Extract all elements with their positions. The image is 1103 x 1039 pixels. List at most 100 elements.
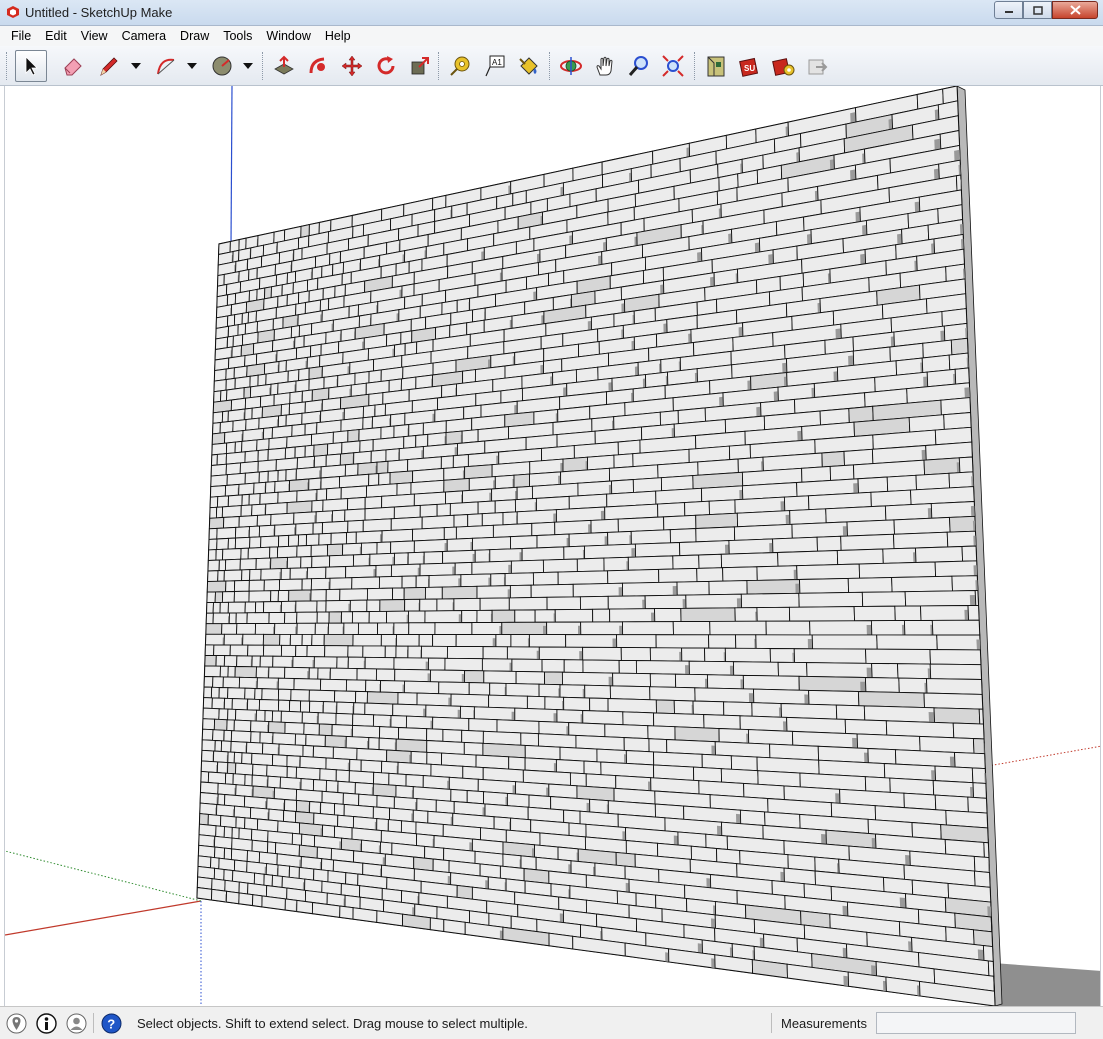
share-model-button[interactable]: [802, 50, 834, 82]
tape-measure-tool-button[interactable]: [444, 50, 476, 82]
wall-block: [284, 611, 298, 624]
rotate-tool-button[interactable]: [370, 50, 402, 82]
menu-window[interactable]: Window: [259, 26, 317, 46]
menu-tools[interactable]: Tools: [216, 26, 259, 46]
zoom-extents-tool-button[interactable]: [657, 50, 689, 82]
wall-block: [251, 774, 269, 788]
wall-block: [467, 513, 483, 528]
extension-manager-button[interactable]: [768, 50, 800, 82]
block-shadow: [961, 238, 964, 250]
block-shadow: [508, 564, 512, 574]
paint-bucket-icon: [519, 57, 538, 75]
wall-block: [259, 394, 275, 408]
line-tool-dropdown[interactable]: [129, 50, 143, 82]
help-icon[interactable]: ?: [101, 1013, 122, 1034]
wall-block: [728, 444, 751, 461]
wall-block: [443, 477, 470, 493]
wall-block: [634, 542, 681, 558]
wall-block: [534, 609, 556, 623]
wall-block: [293, 247, 303, 262]
wall-block: [210, 474, 228, 488]
wall-block: [777, 661, 808, 677]
wall-block: [386, 749, 412, 764]
wall-block: [582, 710, 624, 726]
zoom-tool-button[interactable]: [623, 50, 655, 82]
wall-block: [617, 516, 665, 533]
wall-block: [211, 888, 228, 903]
menu-help[interactable]: Help: [318, 26, 358, 46]
block-shadow: [736, 813, 741, 824]
wall-block: [246, 741, 264, 755]
arc-tool-dropdown[interactable]: [185, 50, 199, 82]
wall-block: [843, 448, 874, 466]
wall-block: [967, 604, 980, 621]
wall-block: [384, 645, 397, 659]
wall-block: [424, 586, 443, 600]
circle-tool-dropdown[interactable]: [241, 50, 255, 82]
pan-tool-button[interactable]: [589, 50, 621, 82]
wall-block: [390, 412, 406, 427]
menu-file[interactable]: File: [4, 26, 38, 46]
maximize-button[interactable]: [1023, 1, 1052, 19]
menu-view[interactable]: View: [74, 26, 115, 46]
block-shadow: [706, 878, 711, 888]
wall-block: [215, 548, 224, 561]
extension-warehouse-button[interactable]: SU: [734, 50, 766, 82]
move-tool-button[interactable]: [336, 50, 368, 82]
block-shadow: [587, 320, 592, 331]
user-icon[interactable]: [66, 1013, 87, 1034]
credits-icon[interactable]: [36, 1013, 57, 1034]
select-tool-button[interactable]: [15, 50, 47, 82]
wall-block: [393, 504, 421, 520]
wall-block: [582, 646, 622, 661]
circle-tool-button[interactable]: [206, 50, 238, 82]
wall-block: [223, 633, 244, 646]
wall-block: [345, 531, 357, 545]
block-shadow: [768, 254, 774, 265]
geo-location-icon[interactable]: [6, 1013, 27, 1034]
wall-block: [459, 705, 475, 720]
wall-block: [394, 342, 406, 358]
wall-block: [226, 719, 235, 732]
wall-block: [218, 708, 229, 721]
menu-camera[interactable]: Camera: [115, 26, 173, 46]
text-tool-button[interactable]: A1: [478, 50, 510, 82]
wall-block: [468, 718, 498, 733]
wall-block: [241, 311, 249, 325]
wall-block: [212, 601, 221, 614]
wall-block: [246, 698, 261, 711]
3d-warehouse-button[interactable]: [700, 50, 732, 82]
model-viewport[interactable]: [4, 86, 1101, 1006]
orbit-tool-button[interactable]: [555, 50, 587, 82]
wall-block: [772, 536, 818, 554]
wall-block: [271, 754, 288, 767]
follow-me-tool-button[interactable]: [302, 50, 334, 82]
wall-block: [207, 549, 217, 561]
scale-tool-button[interactable]: [404, 50, 436, 82]
wall-block: [202, 718, 216, 731]
status-message: Select objects. Shift to extend select. …: [137, 1016, 528, 1031]
wall-block: [987, 960, 995, 977]
measurements-field[interactable]: [876, 1012, 1076, 1034]
wall-block: [258, 470, 269, 484]
menu-edit[interactable]: Edit: [38, 26, 74, 46]
masonry-wall-model[interactable]: [5, 86, 1101, 1006]
toolbar-grip[interactable]: [6, 52, 9, 80]
line-tool-button[interactable]: [93, 50, 125, 82]
close-button[interactable]: [1052, 1, 1098, 19]
wall-block: [227, 687, 246, 700]
svg-text:A1: A1: [492, 58, 502, 67]
minimize-button[interactable]: [994, 1, 1023, 19]
wall-block: [297, 534, 308, 547]
wall-block: [248, 288, 258, 303]
wall-block: [230, 730, 252, 743]
wall-block: [257, 449, 269, 462]
paint-bucket-tool-button[interactable]: [512, 50, 544, 82]
wall-block: [320, 476, 341, 490]
wall-block: [376, 541, 392, 555]
menu-draw[interactable]: Draw: [173, 26, 216, 46]
push-pull-tool-button[interactable]: [268, 50, 300, 82]
wall-block: [331, 724, 353, 738]
eraser-tool-button[interactable]: [57, 50, 89, 82]
arc-tool-button[interactable]: [150, 50, 182, 82]
